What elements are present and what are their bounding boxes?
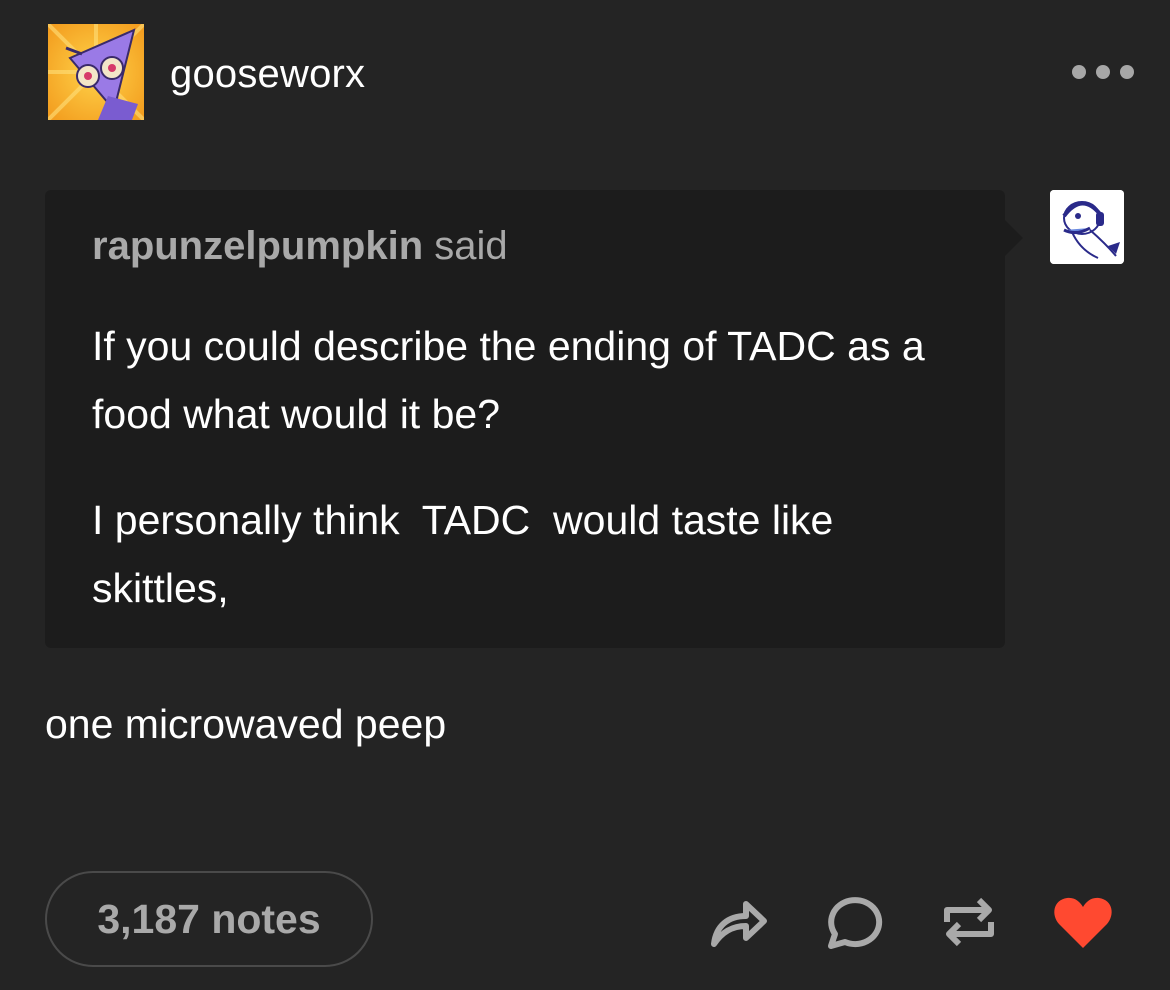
ask-question-paragraph: If you could describe the ending of TADC…	[92, 323, 925, 437]
like-icon	[1054, 897, 1112, 948]
asker-name[interactable]: rapunzelpumpkin	[92, 224, 423, 268]
ask-question-paragraph: I personally think TADC would taste like…	[92, 497, 845, 611]
reblog-button[interactable]	[937, 890, 1001, 954]
ellipsis-icon	[1096, 65, 1110, 79]
share-button[interactable]	[706, 890, 770, 954]
ellipsis-icon	[1072, 65, 1086, 79]
blog-avatar[interactable]	[48, 24, 144, 120]
triangle-character-avatar-icon	[48, 24, 144, 120]
more-options-button[interactable]	[1072, 60, 1134, 84]
like-button[interactable]	[1051, 890, 1115, 954]
notes-button[interactable]: 3,187 notes	[45, 871, 373, 967]
share-icon	[711, 901, 767, 947]
reply-icon	[828, 897, 883, 949]
ellipsis-icon	[1120, 65, 1134, 79]
ask-box: rapunzelpumpkin said If you could descri…	[45, 190, 1023, 648]
said-label: said	[434, 224, 508, 268]
asker-avatar[interactable]	[1050, 190, 1124, 264]
reblog-icon	[944, 897, 994, 947]
answer-text: one microwaved peep	[45, 701, 447, 747]
white-character-headset-avatar-icon	[1050, 190, 1124, 264]
blog-name[interactable]: gooseworx	[170, 50, 365, 98]
ask-header: rapunzelpumpkin said	[92, 222, 508, 270]
reply-button[interactable]	[821, 890, 885, 954]
